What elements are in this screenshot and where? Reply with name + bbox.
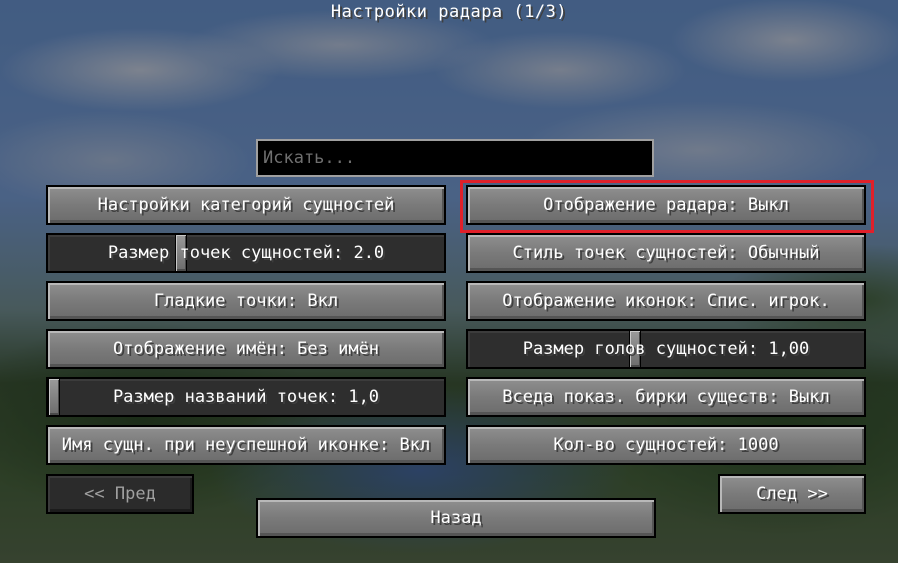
dot-style-button[interactable]: Стиль точек сущностей: Обычный (466, 233, 866, 273)
entity-category-settings-button[interactable]: Настройки категорий сущностей (46, 185, 446, 225)
slider-label: Размер названий точек: 1,0 (112, 387, 380, 407)
slider-label: Размер голов сущностей: 1,00 (522, 339, 810, 359)
entity-dot-size-slider[interactable]: Размер точек сущностей: 2.0 (46, 233, 446, 273)
dot-name-size-slider[interactable]: Размер названий точек: 1,0 (46, 377, 446, 417)
name-display-button[interactable]: Отображение имён: Без имён (46, 329, 446, 369)
name-on-failed-icon-button[interactable]: Имя сущн. при неуспешной иконке: Вкл (46, 425, 446, 465)
radar-display-button[interactable]: Отображение радара: Выкл (466, 185, 866, 225)
page-title: Настройки радара (1/3) (330, 2, 568, 22)
prev-page-button[interactable]: << Пред (46, 474, 194, 514)
slider-knob[interactable] (48, 379, 60, 415)
icon-display-button[interactable]: Отображение иконок: Спис. игрок. (466, 281, 866, 321)
always-show-nametags-button[interactable]: Вседа показ. бирки существ: Выкл (466, 377, 866, 417)
entity-count-button[interactable]: Кол-во сущностей: 1000 (466, 425, 866, 465)
next-page-button[interactable]: След >> (718, 474, 866, 514)
head-size-slider[interactable]: Размер голов сущностей: 1,00 (466, 329, 866, 369)
slider-label: Размер точек сущностей: 2.0 (107, 243, 385, 263)
back-button[interactable]: Назад (256, 498, 656, 538)
search-input[interactable] (256, 139, 654, 177)
smooth-dots-button[interactable]: Гладкие точки: Вкл (46, 281, 446, 321)
